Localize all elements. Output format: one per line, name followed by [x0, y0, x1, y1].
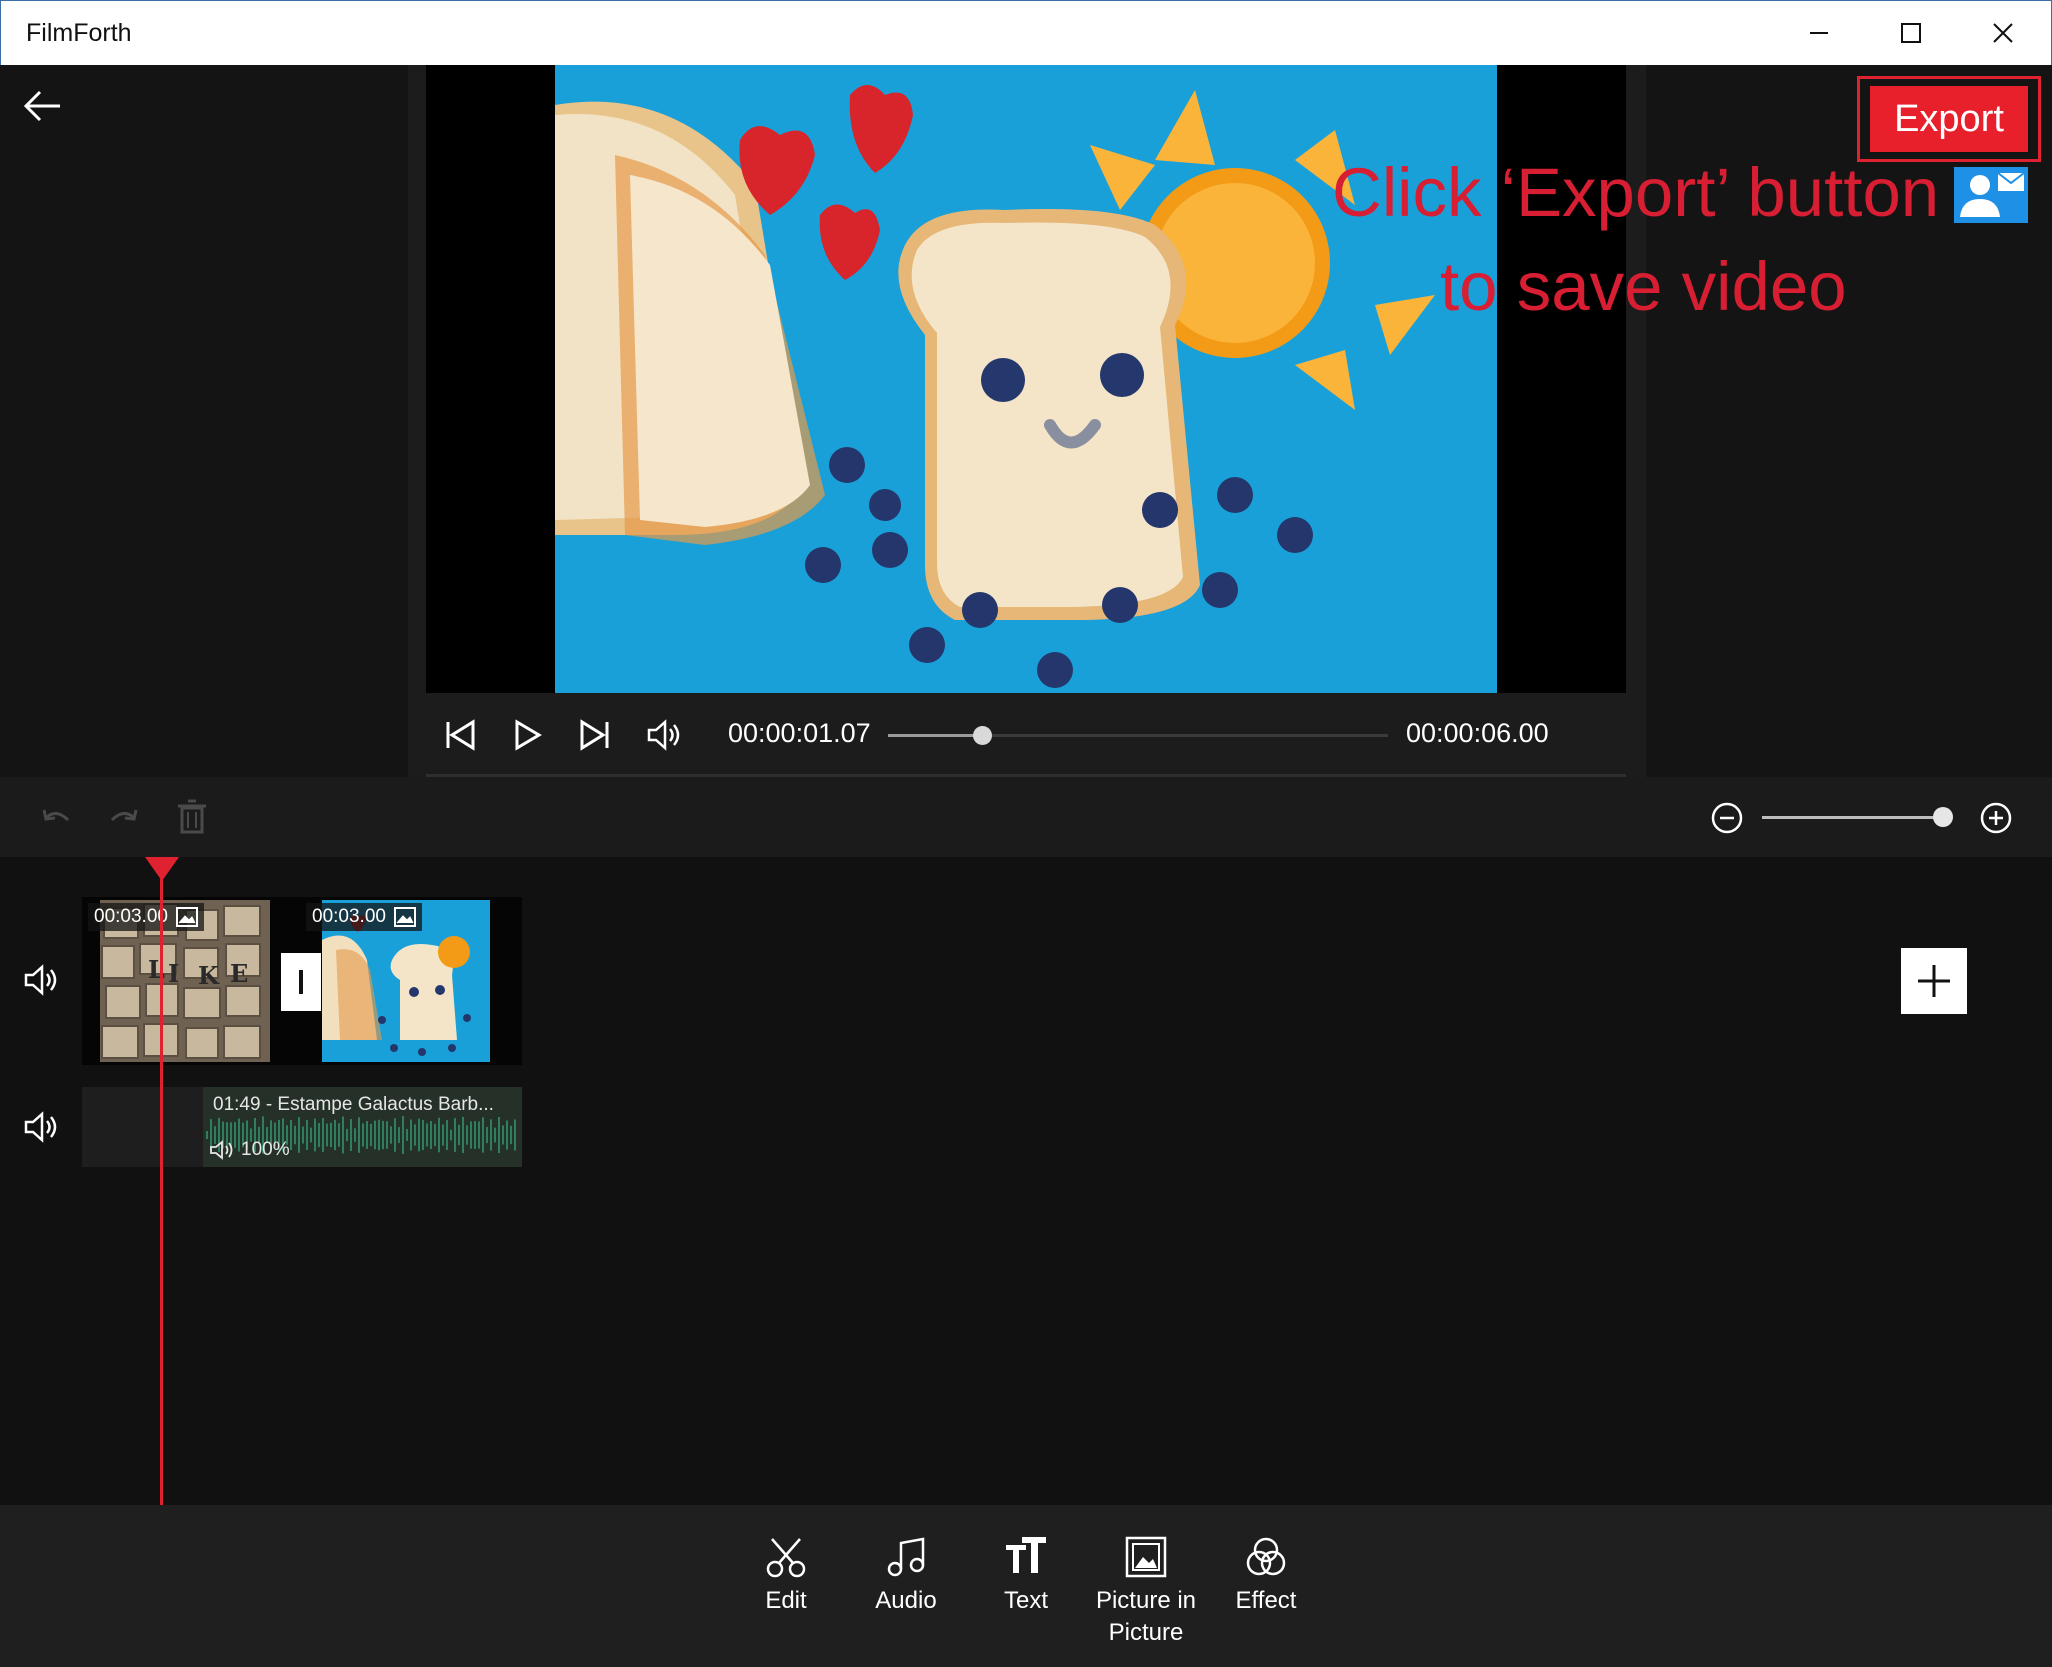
- edit-tool-button[interactable]: Edit: [726, 1535, 846, 1617]
- audio-tool-button[interactable]: Audio: [846, 1535, 966, 1617]
- seek-progress: [888, 734, 983, 737]
- svg-text:I: I: [168, 959, 179, 988]
- skip-forward-button[interactable]: [573, 713, 617, 757]
- video-track-mute-button[interactable]: [22, 962, 62, 998]
- image-icon: [1125, 1536, 1167, 1578]
- plus-icon: [1918, 965, 1950, 997]
- redo-button[interactable]: [106, 800, 142, 836]
- export-button[interactable]: Export: [1870, 86, 2028, 152]
- close-button[interactable]: [1958, 0, 2048, 65]
- transition-button[interactable]: [281, 953, 321, 1011]
- effect-icon: [1246, 1537, 1286, 1576]
- close-icon: [1993, 22, 2013, 43]
- transition-icon: [299, 970, 303, 994]
- speaker-icon: [24, 964, 57, 996]
- scissors-icon: [766, 1538, 806, 1578]
- undo-icon: [42, 809, 70, 822]
- clip-duration: 00:03.00: [94, 906, 168, 927]
- clip-duration-badge: 00:03.00: [88, 903, 204, 931]
- seek-thumb[interactable]: [973, 726, 992, 745]
- audio-track-mute-button[interactable]: [22, 1109, 62, 1145]
- effect-tool-button[interactable]: Effect: [1206, 1535, 1326, 1617]
- annotation-line-2: to save video: [1440, 248, 1847, 325]
- speaker-icon: [210, 1140, 233, 1160]
- zoom-in-button[interactable]: [1978, 800, 2014, 836]
- back-arrow-icon: [23, 90, 60, 122]
- contact-mail-icon: [1954, 167, 2028, 223]
- total-time: 00:00:06.00: [1406, 718, 1549, 748]
- app-title: FilmForth: [26, 19, 132, 47]
- playhead-handle[interactable]: [145, 857, 179, 881]
- effect-tool-label: Effect: [1235, 1587, 1297, 1614]
- svg-text:E: E: [230, 959, 248, 988]
- image-icon: [175, 907, 198, 927]
- clip-duration-badge: 00:03.00: [306, 903, 422, 931]
- picture-in-picture-tool-button[interactable]: Picture in Picture: [1086, 1535, 1206, 1649]
- back-button[interactable]: [18, 84, 68, 128]
- music-note-icon: [887, 1537, 925, 1577]
- zoom-out-button[interactable]: [1709, 800, 1745, 836]
- audio-volume: 100%: [209, 1139, 290, 1161]
- zoom-slider-thumb[interactable]: [1932, 807, 1953, 827]
- minimize-icon: [1810, 31, 1828, 34]
- text-tool-button[interactable]: Text: [966, 1535, 1086, 1617]
- add-clip-button[interactable]: [1901, 948, 1967, 1014]
- audio-tool-label: Audio: [875, 1587, 937, 1614]
- speaker-icon: [24, 1111, 57, 1143]
- left-panel: [0, 65, 408, 777]
- minimize-button[interactable]: [1774, 0, 1864, 65]
- delete-button[interactable]: [174, 798, 210, 836]
- zoom-out-icon: [1711, 802, 1743, 834]
- undo-button[interactable]: [38, 800, 74, 836]
- play-icon: [515, 719, 542, 751]
- image-icon: [393, 907, 416, 927]
- audio-volume-value: 100%: [241, 1139, 290, 1160]
- edit-tool-label: Edit: [765, 1587, 807, 1614]
- title-bar: [0, 0, 2052, 65]
- audio-clip-title: 01:49 - Estampe Galactus Barb...: [213, 1094, 494, 1115]
- text-icon: [1006, 1537, 1046, 1573]
- skip-back-icon: [446, 719, 475, 751]
- skip-forward-icon: [580, 719, 609, 751]
- skip-back-button[interactable]: [438, 713, 482, 757]
- maximize-button[interactable]: [1866, 0, 1956, 65]
- redo-icon: [110, 809, 138, 822]
- zoom-slider-track[interactable]: [1762, 816, 1952, 819]
- play-button[interactable]: [505, 713, 549, 757]
- maximize-icon: [1901, 22, 1921, 43]
- svg-text:K: K: [198, 961, 220, 990]
- picture-in-picture-tool-label: Picture in Picture: [1095, 1587, 1197, 1646]
- current-time: 00:00:01.07: [728, 718, 871, 748]
- trash-icon: [178, 799, 206, 834]
- speaker-icon: [647, 719, 680, 751]
- volume-button[interactable]: [642, 713, 686, 757]
- zoom-in-icon: [1980, 802, 2012, 834]
- text-tool-label: Text: [1003, 1587, 1048, 1614]
- clip-duration: 00:03.00: [312, 906, 386, 927]
- annotation-line-1: Click ‘Export’ button: [1332, 154, 1940, 231]
- playhead[interactable]: [160, 872, 163, 1505]
